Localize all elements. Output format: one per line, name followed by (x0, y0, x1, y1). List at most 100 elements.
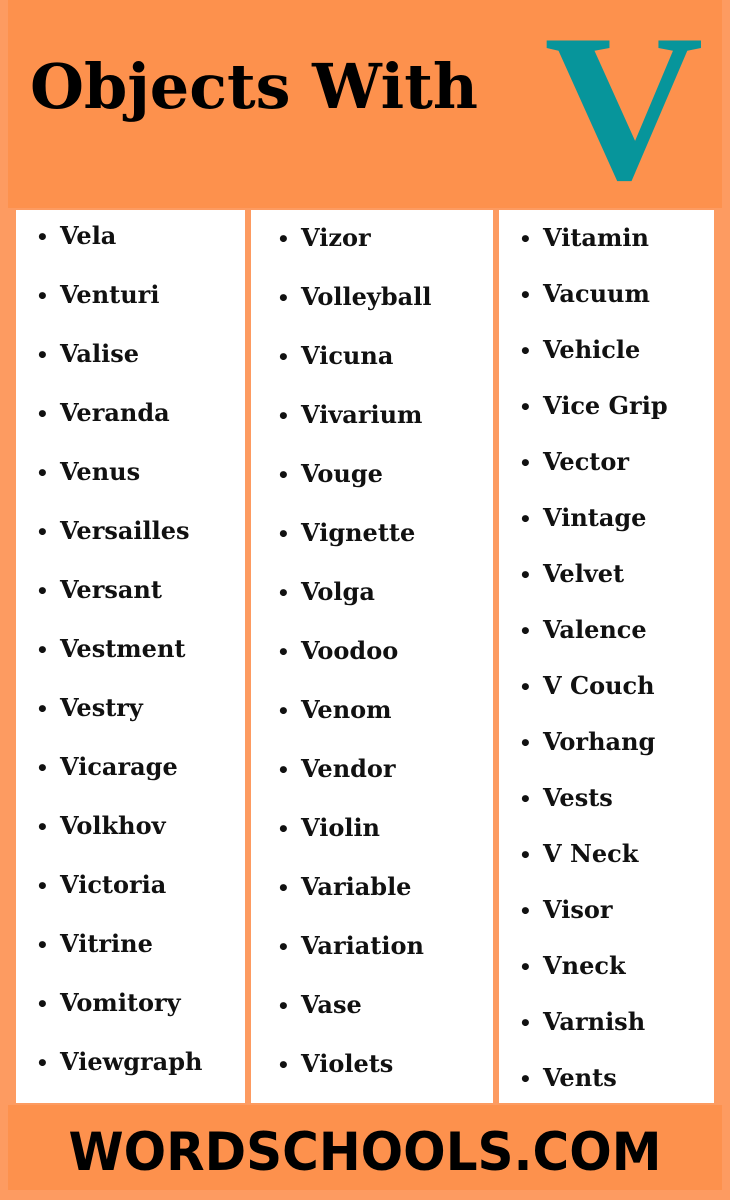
bullet-icon: • (277, 1053, 290, 1077)
list-item: • Vents (519, 1066, 617, 1090)
list-item: • Voodoo (277, 639, 398, 663)
bullet-icon: • (36, 579, 49, 603)
word-label: Vignette (301, 518, 416, 547)
bullet-icon: • (519, 451, 532, 475)
word-label: Vector (543, 447, 630, 476)
bullet-icon: • (36, 284, 49, 308)
bullet-icon: • (36, 874, 49, 898)
list-item: • Vests (519, 786, 613, 810)
word-label: Vents (543, 1063, 617, 1092)
bullet-icon: • (36, 461, 49, 485)
list-item: • Vicuna (277, 344, 393, 368)
list-item: • Vomitory (36, 991, 181, 1015)
word-column-2: • Vizor • Volleyball • Vicuna • Vivarium • Vouge •… (251, 210, 493, 1103)
bullet-icon: • (519, 563, 532, 587)
bullet-icon: • (519, 283, 532, 307)
list-item: • Vela (36, 224, 116, 248)
word-label: Veranda (60, 398, 170, 427)
word-label: Variable (301, 872, 412, 901)
word-label: Vicarage (60, 752, 178, 781)
word-column-3: • Vitamin • Vacuum • Vehicle • Vice Grip • Vector… (499, 210, 714, 1103)
bullet-icon: • (519, 507, 532, 531)
word-label: Vestry (60, 693, 143, 722)
list-item: • Vneck (519, 954, 626, 978)
bullet-icon: • (36, 638, 49, 662)
word-label: Viewgraph (60, 1047, 203, 1076)
word-label: Versailles (60, 516, 190, 545)
bullet-icon: • (519, 787, 532, 811)
word-label: Venus (60, 457, 141, 486)
bullet-icon: • (277, 935, 290, 959)
bullet-icon: • (277, 758, 290, 782)
bullet-icon: • (277, 699, 290, 723)
word-label: Vase (301, 990, 362, 1019)
word-label: Vitrine (60, 929, 153, 958)
word-label: Vests (543, 783, 613, 812)
list-item: • Varnish (519, 1010, 645, 1034)
list-item: • Vestry (36, 696, 143, 720)
bullet-icon: • (36, 933, 49, 957)
word-label: Vicuna (301, 341, 394, 370)
bullet-icon: • (277, 640, 290, 664)
list-item: • Victoria (36, 873, 166, 897)
featured-letter: V (544, 0, 704, 224)
list-item: • Venus (36, 460, 140, 484)
bullet-icon: • (277, 463, 290, 487)
site-name: WORDSCHOOLS.COM (68, 1121, 662, 1183)
list-item: • Vouge (277, 462, 383, 486)
bullet-icon: • (277, 404, 290, 428)
list-item: • Venturi (36, 283, 159, 307)
list-item: • Vitrine (36, 932, 153, 956)
list-item: • Vintage (519, 506, 646, 530)
word-label: Vendor (301, 754, 396, 783)
list-item: • Viewgraph (36, 1050, 202, 1074)
list-item: • Vitamin (519, 226, 649, 250)
word-label: Visor (543, 895, 613, 924)
bullet-icon: • (36, 992, 49, 1016)
bullet-icon: • (277, 817, 290, 841)
list-item: • Vacuum (519, 282, 650, 306)
word-label: Violets (301, 1049, 394, 1078)
word-label: Vizor (301, 223, 371, 252)
word-label: Volga (301, 577, 375, 606)
list-item: • V Couch (519, 674, 655, 698)
word-label: Vivarium (301, 400, 423, 429)
list-item: • Vignette (277, 521, 415, 545)
bullet-icon: • (277, 345, 290, 369)
list-item: • Violets (277, 1052, 393, 1076)
list-item: • Vestment (36, 637, 185, 661)
word-label: Vomitory (60, 988, 181, 1017)
list-item: • Vase (277, 993, 362, 1017)
list-item: • Versant (36, 578, 162, 602)
bullet-icon: • (519, 843, 532, 867)
bullet-icon: • (519, 619, 532, 643)
bullet-icon: • (519, 1011, 532, 1035)
word-label: Vorhang (543, 727, 656, 756)
header-banner: Objects With V (8, 0, 722, 224)
word-label: Valise (60, 339, 139, 368)
bullet-icon: • (519, 1067, 532, 1091)
word-label: Vestment (60, 634, 186, 663)
list-item: • Velvet (519, 562, 624, 586)
bullet-icon: • (277, 522, 290, 546)
word-label: Vouge (301, 459, 383, 488)
bullet-icon: • (519, 227, 532, 251)
bullet-icon: • (519, 955, 532, 979)
word-label: Vitamin (543, 223, 649, 252)
list-item: • Variable (277, 875, 411, 899)
word-column-1: • Vela • Venturi • Valise • Veranda • Venus • Versa… (16, 210, 245, 1103)
list-item: • Vorhang (519, 730, 655, 754)
word-label: Venom (301, 695, 392, 724)
bullet-icon: • (519, 339, 532, 363)
bullet-icon: • (36, 697, 49, 721)
word-label: Vehicle (543, 335, 641, 364)
list-item: • Versailles (36, 519, 190, 543)
list-item: • Valise (36, 342, 139, 366)
list-item: • Volleyball (277, 285, 431, 309)
word-label: Volleyball (301, 282, 432, 311)
word-label: Varnish (543, 1007, 646, 1036)
bullet-icon: • (277, 286, 290, 310)
footer-banner: WORDSCHOOLS.COM (8, 1105, 722, 1190)
list-item: • Vendor (277, 757, 396, 781)
bullet-icon: • (36, 343, 49, 367)
